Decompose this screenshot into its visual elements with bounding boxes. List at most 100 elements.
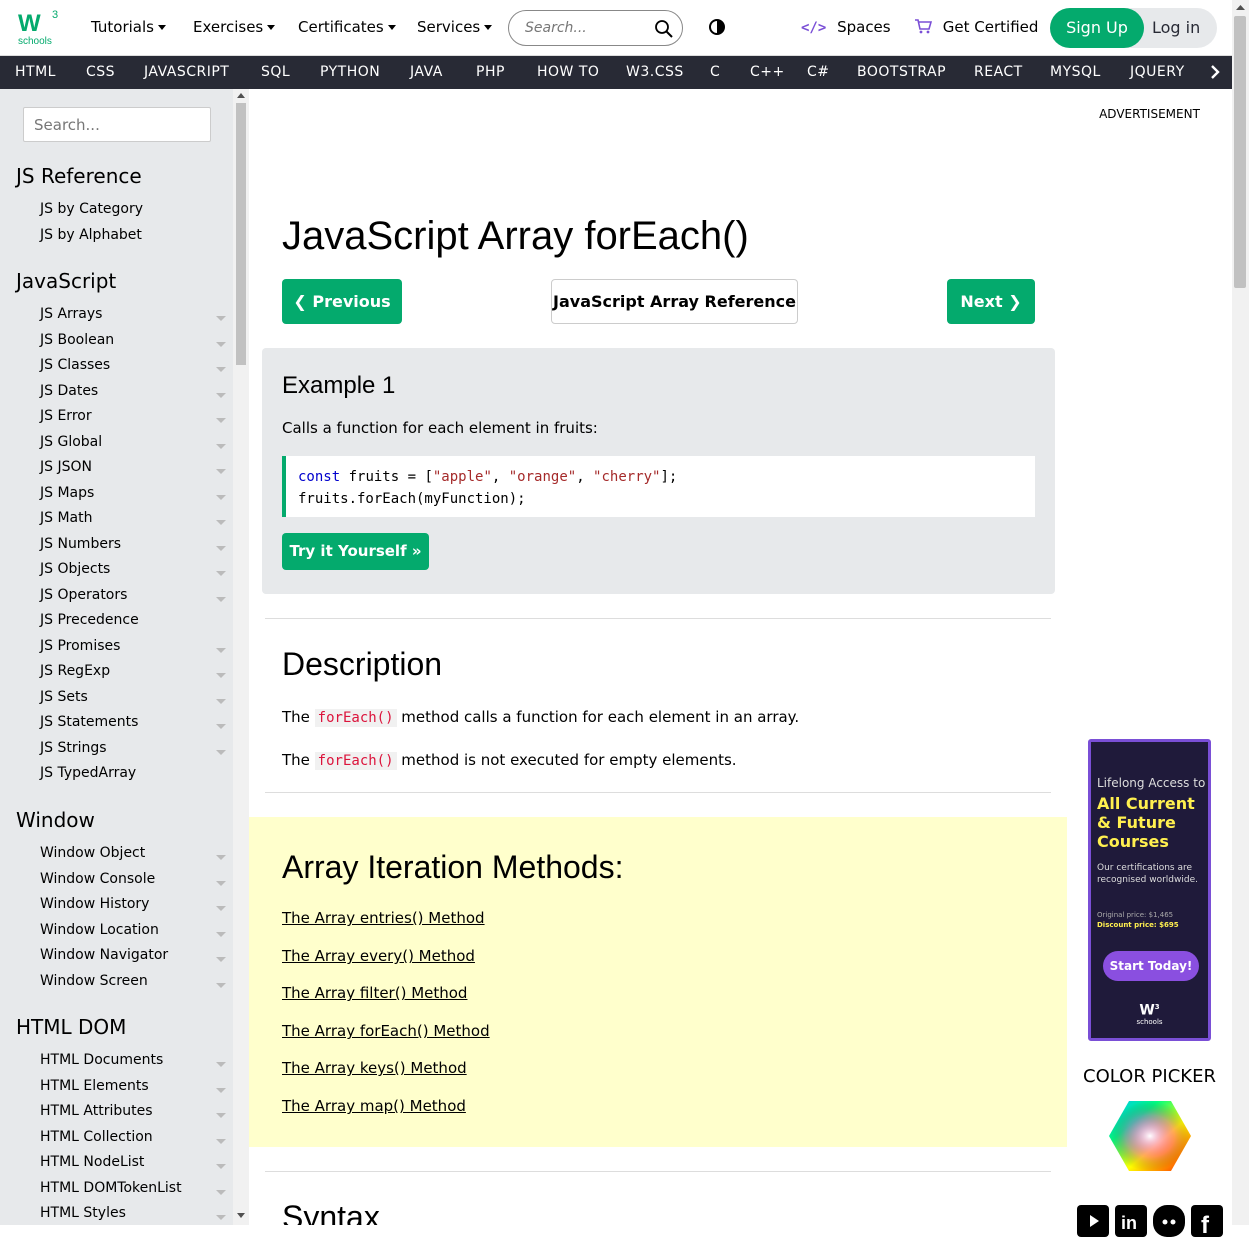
expand-arrow-icon[interactable] — [216, 906, 226, 911]
w3schools-logo[interactable]: W 3 schools — [18, 6, 62, 50]
nav-javascript[interactable]: JAVASCRIPT — [144, 64, 229, 80]
array-reference-button[interactable]: JavaScript Array Reference — [551, 279, 798, 324]
sidebar-item[interactable]: JS TypedArray — [40, 765, 136, 781]
page-scrollbar[interactable] — [1232, 0, 1249, 1225]
nav-bootstrap[interactable]: BOOTSTRAP — [857, 64, 946, 80]
nav-howto[interactable]: HOW TO — [537, 64, 599, 80]
scroll-up-icon[interactable] — [237, 92, 245, 98]
previous-button[interactable]: ❮ Previous — [282, 279, 402, 324]
link-keys[interactable]: The Array keys() Method — [282, 1059, 467, 1077]
search-icon[interactable] — [654, 19, 674, 39]
sidebar-item[interactable]: JS Error — [40, 408, 92, 424]
sidebar-item[interactable]: JS Strings — [40, 740, 107, 756]
sidebar-item[interactable]: Window Console — [40, 871, 155, 887]
link-entries[interactable]: The Array entries() Method — [282, 909, 485, 927]
chevron-right-icon[interactable] — [1209, 65, 1221, 79]
expand-arrow-icon[interactable] — [216, 931, 226, 937]
sidebar-item[interactable]: JS Global — [40, 434, 102, 450]
expand-arrow-icon[interactable] — [216, 1138, 226, 1144]
expand-arrow-icon[interactable] — [216, 957, 226, 962]
expand-arrow-icon[interactable] — [216, 749, 226, 755]
sidebar-item[interactable]: Window History — [40, 896, 149, 912]
color-picker-icon[interactable] — [1109, 1101, 1191, 1171]
discord-icon[interactable] — [1153, 1205, 1185, 1237]
sidebar-scroll-thumb[interactable] — [236, 103, 246, 365]
sidebar-item[interactable]: JS Dates — [40, 383, 98, 399]
sidebar-item[interactable]: JS Classes — [40, 357, 110, 373]
expand-arrow-icon[interactable] — [216, 392, 226, 398]
expand-arrow-icon[interactable] — [216, 724, 226, 729]
link-foreach[interactable]: The Array forEach() Method — [282, 1022, 490, 1040]
sidebar-item[interactable]: JS by Alphabet — [40, 227, 142, 243]
nav-sql[interactable]: SQL — [261, 64, 290, 80]
expand-arrow-icon[interactable] — [216, 982, 226, 988]
expand-arrow-icon[interactable] — [216, 1087, 226, 1093]
expand-arrow-icon[interactable] — [216, 1164, 226, 1169]
expand-arrow-icon[interactable] — [216, 647, 226, 653]
nav-cpp[interactable]: C++ — [750, 64, 785, 80]
sidebar-item[interactable]: HTML DOMTokenList — [40, 1180, 182, 1196]
sidebar-item[interactable]: JS Maps — [40, 485, 94, 501]
nav-react[interactable]: REACT — [974, 64, 1023, 80]
promo-cta-button[interactable]: Start Today! — [1103, 951, 1199, 981]
nav-csharp[interactable]: C# — [807, 64, 830, 80]
sidebar-scrollbar[interactable] — [233, 89, 249, 1225]
nav-css[interactable]: CSS — [86, 64, 115, 80]
linkedin-icon[interactable]: in — [1115, 1205, 1147, 1237]
sidebar-item[interactable]: HTML Documents — [40, 1052, 163, 1068]
sidebar-item[interactable]: JS Math — [40, 510, 93, 526]
top-search-input[interactable]: Search... — [508, 10, 683, 46]
scroll-up-icon[interactable] — [1236, 4, 1245, 10]
link-every[interactable]: The Array every() Method — [282, 947, 475, 965]
contrast-toggle-icon[interactable] — [709, 19, 725, 35]
expand-arrow-icon[interactable] — [216, 880, 226, 886]
nav-w3css[interactable]: W3.CSS — [626, 64, 684, 80]
facebook-icon[interactable]: f — [1191, 1205, 1223, 1239]
expand-arrow-icon[interactable] — [216, 698, 226, 704]
nav-mysql[interactable]: MYSQL — [1050, 64, 1101, 80]
next-button[interactable]: Next ❯ — [947, 279, 1035, 324]
sidebar-item[interactable]: HTML Elements — [40, 1078, 149, 1094]
expand-arrow-icon[interactable] — [216, 418, 226, 423]
login-button[interactable]: Log in — [1152, 8, 1200, 48]
expand-arrow-icon[interactable] — [216, 855, 226, 860]
scroll-down-icon[interactable] — [237, 1213, 245, 1219]
menu-services[interactable]: Services — [417, 18, 493, 36]
sidebar-item[interactable]: HTML Styles — [40, 1205, 126, 1221]
expand-arrow-icon[interactable] — [216, 545, 226, 551]
sidebar-item[interactable]: JS Operators — [40, 587, 127, 603]
sidebar-item[interactable]: Window Location — [40, 922, 159, 938]
sidebar-item[interactable]: JS Precedence — [40, 612, 139, 628]
menu-certificates[interactable]: Certificates — [298, 18, 396, 36]
signup-button[interactable]: Sign Up — [1050, 8, 1144, 48]
link-filter[interactable]: The Array filter() Method — [282, 984, 467, 1002]
menu-exercises[interactable]: Exercises — [193, 18, 276, 36]
link-map[interactable]: The Array map() Method — [282, 1097, 466, 1115]
sidebar-item[interactable]: JS Objects — [40, 561, 110, 577]
sidebar-item[interactable]: JS Sets — [40, 689, 88, 705]
page-scroll-thumb[interactable] — [1234, 16, 1246, 288]
expand-arrow-icon[interactable] — [216, 571, 226, 576]
expand-arrow-icon[interactable] — [216, 469, 226, 474]
sidebar-item[interactable]: HTML Collection — [40, 1129, 153, 1145]
try-it-yourself-button[interactable]: Try it Yourself » — [282, 533, 429, 570]
sidebar-item[interactable]: JS Arrays — [40, 306, 102, 322]
get-certified-link[interactable]: Get Certified — [914, 18, 1038, 36]
expand-arrow-icon[interactable] — [216, 316, 226, 321]
expand-arrow-icon[interactable] — [216, 341, 226, 347]
nav-php[interactable]: PHP — [476, 64, 505, 80]
sidebar-item[interactable]: JS Promises — [40, 638, 120, 654]
expand-arrow-icon[interactable] — [216, 1113, 226, 1118]
sidebar-item[interactable]: Window Navigator — [40, 947, 168, 963]
expand-arrow-icon[interactable] — [216, 673, 226, 678]
sidebar-item[interactable]: JS Numbers — [40, 536, 121, 552]
expand-arrow-icon[interactable] — [216, 1215, 226, 1220]
sidebar-item[interactable]: Window Screen — [40, 973, 148, 989]
sidebar-item[interactable]: HTML Attributes — [40, 1103, 153, 1119]
nav-jquery[interactable]: JQUERY — [1130, 64, 1185, 80]
menu-tutorials[interactable]: Tutorials — [91, 18, 166, 36]
expand-arrow-icon[interactable] — [216, 596, 226, 602]
sidebar-item[interactable]: JS JSON — [40, 459, 92, 475]
nav-html[interactable]: HTML — [15, 64, 56, 80]
sidebar-item[interactable]: Window Object — [40, 845, 145, 861]
